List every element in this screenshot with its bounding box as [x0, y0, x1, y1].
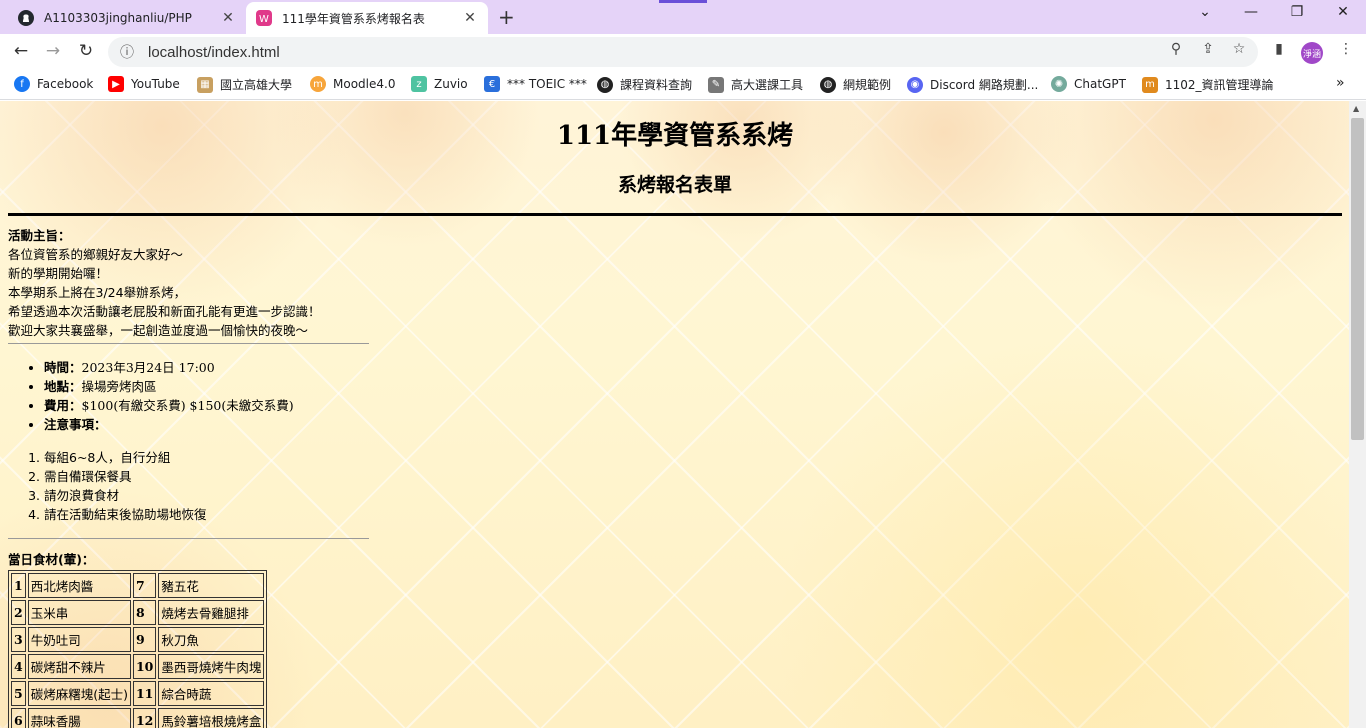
reload-icon[interactable]: ↻: [75, 41, 97, 61]
list-item: 每組6~8人，自行分組: [44, 448, 1342, 467]
bookmark-course-tool[interactable]: ✎ 高大選課工具: [708, 76, 803, 93]
profile-avatar[interactable]: 淨涵: [1301, 42, 1323, 64]
bookmark-discord[interactable]: ◉ Discord 網路規劃...: [907, 76, 1038, 93]
close-tab-icon[interactable]: ✕: [462, 10, 478, 26]
section-divider: [8, 213, 1342, 216]
menu-kebab-icon[interactable]: ⋮: [1337, 41, 1355, 57]
bookmark-nuk[interactable]: ▦ 國立高雄大學: [197, 76, 292, 93]
globe-icon: ◍: [597, 76, 613, 93]
list-item: 地點：操場旁烤肉區: [44, 377, 1342, 396]
bookmark-youtube[interactable]: ▶ YouTube: [108, 76, 180, 92]
notes-list: 每組6~8人，自行分組 需自備環保餐具 請勿浪費食材 請在活動結束後協助場地恢復: [8, 448, 1342, 524]
list-item: 費用：$100(有繳交系費) $150(未繳交系費): [44, 396, 1342, 415]
tab-title: 111學年資管系系烤報名表: [282, 11, 425, 26]
toeic-icon: €: [484, 76, 500, 92]
tab-strip: A1103303jinghanliu/PHP ✕ W 111學年資管系系烤報名表…: [0, 0, 1366, 34]
minimize-icon[interactable]: —: [1236, 4, 1266, 20]
intro-line: 各位資管系的鄉親好友大家好～: [8, 247, 184, 262]
discord-icon: ◉: [907, 76, 923, 93]
list-item: 需自備環保餐具: [44, 467, 1342, 486]
forward-arrow-icon[interactable]: →: [42, 41, 64, 61]
page-subtitle: 系烤報名表單: [617, 174, 732, 196]
activity-purpose: 活動主旨： 各位資管系的鄉親好友大家好～ 新的學期開始囉！ 本學期系上將在3/2…: [8, 226, 1342, 340]
svg-text:W: W: [259, 14, 269, 25]
bookmark-zuvio[interactable]: z Zuvio: [411, 76, 468, 92]
table-row: 6 蒜味香腸 12 馬鈴薯培根燒烤盒: [11, 708, 265, 728]
tab-registration-form[interactable]: W 111學年資管系系烤報名表 ✕: [246, 2, 488, 34]
vertical-scrollbar[interactable]: ▲: [1349, 101, 1366, 728]
bookmark-toeic[interactable]: € *** TOEIC ***: [484, 76, 587, 92]
address-bar[interactable]: ⓘ: [108, 37, 1258, 67]
table-row: 3 牛奶吐司 9 秋刀魚: [11, 627, 265, 652]
chatgpt-icon: ✺: [1051, 76, 1067, 92]
scroll-up-arrow-icon[interactable]: ▲: [1353, 104, 1359, 113]
new-tab-icon[interactable]: +: [498, 5, 515, 29]
table-row: 2 玉米串 8 燒烤去骨雞腿排: [11, 600, 265, 625]
page-content: 111年學資管系系烤 系烤報名表單 活動主旨： 各位資管系的鄉親好友大家好～ 新…: [8, 101, 1342, 728]
page-icon: W: [256, 10, 272, 26]
github-icon: [18, 10, 34, 26]
site-info-icon[interactable]: ⓘ: [120, 42, 140, 62]
list-item: 請在活動結束後協助場地恢復: [44, 505, 1342, 524]
restore-icon[interactable]: ❐: [1282, 4, 1312, 20]
divider: [8, 343, 369, 344]
table-row: 4 碳烤甜不辣片 10 墨西哥燒烤牛肉塊: [11, 654, 265, 679]
tab-github[interactable]: A1103303jinghanliu/PHP ✕: [8, 2, 246, 34]
moodle-icon: m: [310, 76, 326, 92]
university-icon: ▦: [197, 76, 213, 93]
intro-line: 希望透過本次活動讓老屁股和新面孔能有更進一步認識！: [8, 304, 321, 319]
table-row: 1 西北烤肉醬 7 豬五花: [11, 573, 265, 598]
zoom-search-icon[interactable]: ⚲: [1167, 41, 1185, 57]
tab-title: A1103303jinghanliu/PHP: [44, 11, 192, 25]
bookmark-mis-intro[interactable]: m 1102_資訊管理導論: [1142, 76, 1274, 93]
close-tab-icon[interactable]: ✕: [220, 10, 236, 26]
zuvio-icon: z: [411, 76, 427, 92]
bookmark-facebook[interactable]: f Facebook: [14, 76, 93, 92]
bookmark-course-query[interactable]: ◍ 課程資料查詢: [597, 76, 692, 93]
bookmark-network-examples[interactable]: ◍ 網規範例: [820, 76, 891, 93]
bookmark-star-icon[interactable]: ☆: [1230, 41, 1248, 57]
bookmark-moodle[interactable]: m Moodle4.0: [310, 76, 395, 92]
intro-line: 本學期系上將在3/24舉辦系烤，: [8, 285, 187, 300]
youtube-icon: ▶: [108, 76, 124, 92]
facebook-icon: f: [14, 76, 30, 92]
intro-line: 新的學期開始囉！: [8, 266, 109, 281]
list-item: 時間：2023年3月24日 17:00: [44, 358, 1342, 377]
browser-toolbar: ← → ↻ ⓘ ⚲ ⇪ ☆ ▮ 淨涵 ⋮: [0, 34, 1366, 70]
page-viewport: 111年學資管系系烤 系烤報名表單 活動主旨： 各位資管系的鄉親好友大家好～ 新…: [0, 101, 1349, 728]
tab-accent: [659, 0, 707, 3]
food-caption: 當日食材(葷)：: [8, 552, 95, 567]
wrench-icon: ✎: [708, 76, 724, 93]
event-info-list: 時間：2023年3月24日 17:00 地點：操場旁烤肉區 費用：$100(有繳…: [8, 358, 1342, 434]
divider: [8, 538, 369, 539]
page-title: 111年學資管系系烤: [556, 121, 794, 151]
table-row: 5 碳烤麻糬塊(起士) 11 綜合時蔬: [11, 681, 265, 706]
food-table: 1 西北烤肉醬 7 豬五花 2 玉米串 8 燒烤去骨雞腿排 3 牛奶吐司 9 秋…: [8, 570, 268, 728]
share-icon[interactable]: ⇪: [1199, 41, 1217, 57]
bookmark-chatgpt[interactable]: ✺ ChatGPT: [1051, 76, 1126, 92]
tab-search-chevron-icon[interactable]: ⌄: [1190, 4, 1220, 20]
more-bookmarks-icon[interactable]: »: [1336, 75, 1345, 91]
close-window-icon[interactable]: ✕: [1328, 4, 1358, 20]
url-input[interactable]: [146, 42, 746, 62]
intro-label: 活動主旨：: [8, 228, 71, 243]
bookmarks-bar: f Facebook ▶ YouTube ▦ 國立高雄大學 m Moodle4.…: [0, 70, 1366, 100]
scrollbar-thumb[interactable]: [1351, 118, 1364, 440]
globe-icon: ◍: [820, 76, 836, 93]
back-arrow-icon[interactable]: ←: [10, 41, 32, 61]
list-item: 請勿浪費食材: [44, 486, 1342, 505]
intro-line: 歡迎大家共襄盛舉，一起創造並度過一個愉快的夜晚～: [8, 323, 309, 338]
side-panel-icon[interactable]: ▮: [1270, 41, 1288, 57]
course-icon: m: [1142, 76, 1158, 93]
list-item: 注意事項：: [44, 415, 1342, 434]
